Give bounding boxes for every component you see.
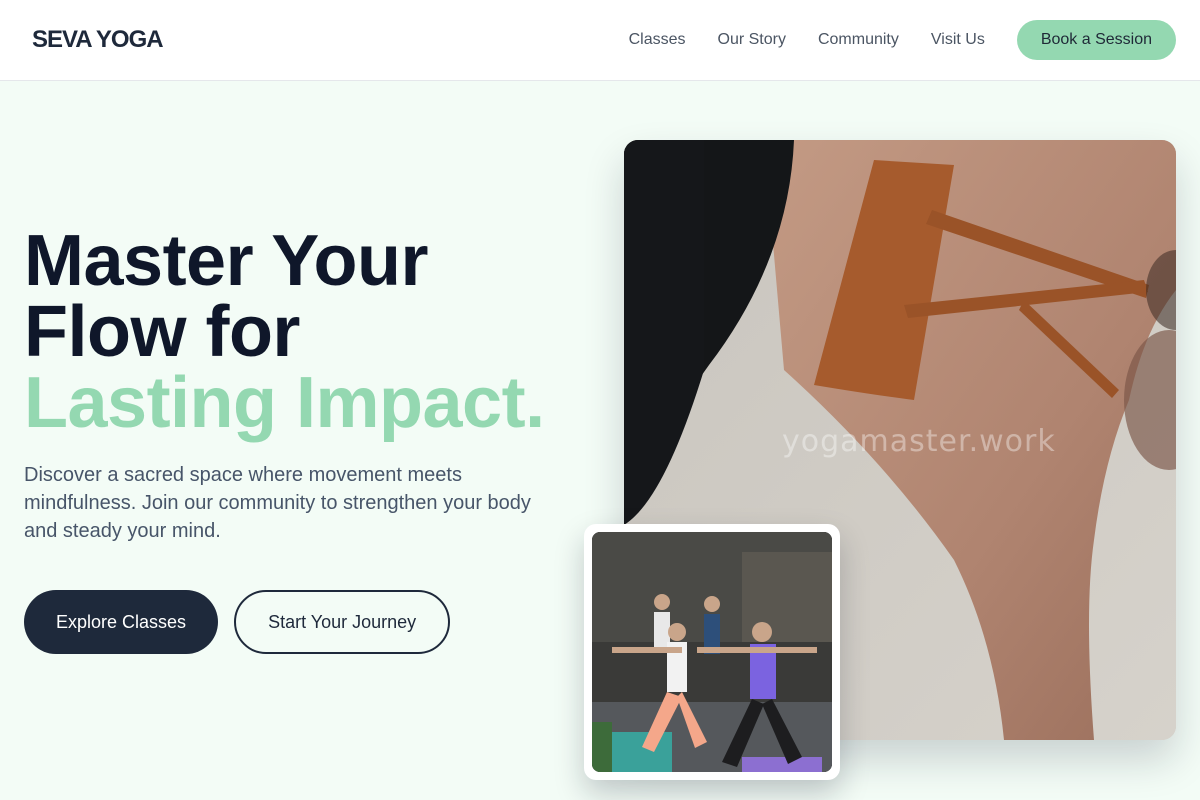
headline-line-2: Flow for [24, 292, 300, 372]
site-header: SEVA YOGA Classes Our Story Community Vi… [0, 0, 1200, 81]
hero-headline: Master Your Flow for Lasting Impact. [24, 221, 584, 443]
book-session-button[interactable]: Book a Session [1016, 20, 1176, 60]
hero-copy: Master Your Flow for Lasting Impact. Dis… [24, 221, 584, 545]
explore-classes-button[interactable]: Explore Classes [24, 590, 219, 654]
nav-link-visit-us[interactable]: Visit Us [931, 31, 985, 49]
main-nav: Classes Our Story Community Visit Us Boo… [629, 20, 1176, 60]
nav-link-our-story[interactable]: Our Story [718, 31, 786, 49]
hero-cta-group: Explore Classes Start Your Journey [24, 590, 451, 654]
group-class-photo [592, 532, 832, 772]
group-yoga-illustration [592, 532, 832, 772]
class-inset-photo [584, 524, 840, 780]
start-journey-button[interactable]: Start Your Journey [234, 590, 451, 654]
brand-logo[interactable]: SEVA YOGA [32, 26, 164, 54]
nav-link-classes[interactable]: Classes [629, 31, 686, 49]
nav-link-community[interactable]: Community [818, 31, 899, 49]
photo-watermark: yogamaster.work [782, 424, 1056, 459]
headline-line-1: Master Your [24, 221, 428, 301]
hero-description: Discover a sacred space where movement m… [24, 464, 531, 542]
headline-accent: Lasting Impact. [24, 363, 545, 443]
